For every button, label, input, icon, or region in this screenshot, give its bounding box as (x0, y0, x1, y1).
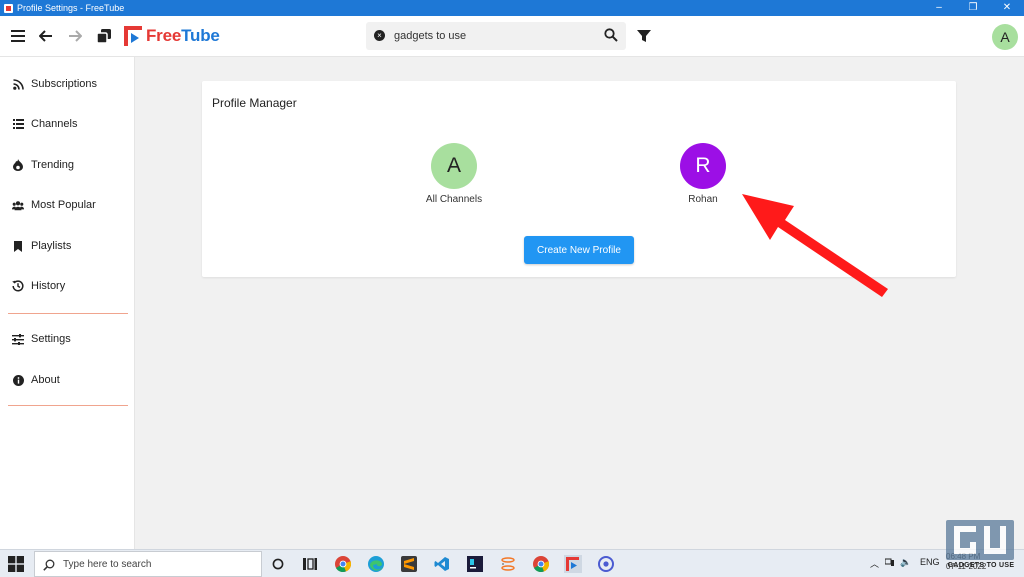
tray-network-icon[interactable] (884, 557, 895, 568)
vscode-icon[interactable] (433, 555, 451, 573)
sidebar-divider (8, 313, 128, 314)
menu-icon[interactable] (6, 24, 30, 48)
profile-avatar: R (680, 143, 726, 189)
sidebar-item-trending[interactable]: Trending (0, 150, 135, 180)
top-header: FreeTube × A (0, 16, 1024, 57)
taskbar-search-box[interactable]: Type here to search (34, 551, 262, 577)
history-icon (12, 280, 24, 292)
forward-arrow-icon[interactable] (63, 24, 87, 48)
sidebar-item-label: Trending (31, 159, 75, 171)
rss-icon (12, 78, 24, 90)
sidebar-item-history[interactable]: History (0, 271, 135, 301)
freetube-app-icon (4, 3, 13, 13)
freetube-logo[interactable]: FreeTube (124, 25, 220, 47)
sidebar-item-settings[interactable]: Settings (0, 324, 135, 354)
sidebar-item-playlists[interactable]: Playlists (0, 231, 135, 261)
logo-text-free: Free (146, 26, 182, 45)
watermark-text: GADGETS TO USE (947, 562, 1015, 569)
back-arrow-icon[interactable] (34, 24, 58, 48)
bookmark-icon (12, 240, 24, 252)
list-icon (12, 118, 24, 130)
sidebar-item-subscriptions[interactable]: Subscriptions (0, 69, 135, 99)
taskbar-search-placeholder: Type here to search (63, 558, 152, 570)
edge-icon[interactable] (367, 555, 385, 573)
profile-avatar-button[interactable]: A (992, 24, 1018, 50)
maximize-button[interactable]: ❐ (956, 0, 990, 16)
filter-icon[interactable] (636, 28, 652, 44)
profile-all-channels[interactable]: A All Channels (414, 143, 494, 205)
close-button[interactable]: ✕ (990, 0, 1024, 16)
sidebar-item-label: Subscriptions (31, 78, 98, 90)
sidebar-item-channels[interactable]: Channels (0, 109, 135, 139)
gadgets-to-use-watermark: GADGETS TO USE (944, 520, 1018, 572)
sliders-icon (12, 333, 24, 345)
sidebar: Subscriptions Channels Trending Most Pop… (0, 57, 135, 549)
sidebar-item-label: About (31, 374, 60, 386)
sidebar-item-about[interactable]: About (0, 365, 135, 395)
freetube-logo-icon (124, 26, 142, 46)
search-icon[interactable] (604, 28, 618, 42)
new-window-icon[interactable] (92, 24, 116, 48)
tray-language[interactable]: ENG (920, 557, 940, 567)
profile-rohan[interactable]: R Rohan (663, 143, 743, 205)
window-title: Profile Settings - FreeTube (17, 3, 125, 13)
sidebar-item-label: History (31, 280, 66, 292)
window-titlebar: Profile Settings - FreeTube – ❐ ✕ (0, 0, 1024, 16)
freetube-taskbar-icon[interactable] (564, 555, 582, 573)
profile-name: Rohan (688, 194, 718, 205)
profile-manager-card: Profile Manager A All Channels R Rohan C… (202, 81, 956, 277)
cortana-icon[interactable] (269, 555, 287, 573)
page-title: Profile Manager (212, 96, 297, 110)
sublime-text-icon[interactable] (400, 555, 418, 573)
minimize-button[interactable]: – (922, 0, 956, 16)
task-view-icon[interactable] (301, 555, 319, 573)
windows-taskbar: Type here to search ︿ 🔈 ENG 06:48 PM 07-… (0, 549, 1024, 577)
search-icon (43, 558, 55, 571)
main-content: Profile Manager A All Channels R Rohan C… (135, 57, 1024, 549)
chrome-alt-icon[interactable] (532, 555, 550, 573)
sidebar-item-most-popular[interactable]: Most Popular (0, 190, 135, 220)
windows-start-icon[interactable] (8, 556, 24, 572)
sidebar-item-label: Most Popular (31, 199, 96, 211)
jetbrains-icon[interactable] (466, 555, 484, 573)
create-new-profile-button[interactable]: Create New Profile (524, 236, 634, 264)
sidebar-item-label: Playlists (31, 240, 72, 252)
chrome-icon[interactable] (334, 555, 352, 573)
sidebar-item-label: Channels (31, 118, 78, 130)
sidebar-divider (8, 405, 128, 406)
jupyter-icon[interactable] (499, 555, 517, 573)
profile-avatar: A (431, 143, 477, 189)
logo-text-tube: Tube (181, 26, 220, 45)
tray-chevron-icon[interactable]: ︿ (870, 557, 879, 570)
fire-icon (12, 159, 24, 171)
info-icon (12, 374, 24, 386)
clear-search-icon[interactable]: × (374, 30, 385, 41)
teams-meeting-icon[interactable] (597, 555, 615, 573)
users-icon (12, 199, 24, 211)
watermark-logo-icon (946, 520, 1014, 560)
profile-name: All Channels (425, 194, 483, 205)
sidebar-item-label: Settings (31, 333, 71, 345)
search-input[interactable] (394, 26, 594, 46)
search-bar: × (366, 22, 626, 50)
tray-volume-icon[interactable]: 🔈 (900, 557, 911, 568)
